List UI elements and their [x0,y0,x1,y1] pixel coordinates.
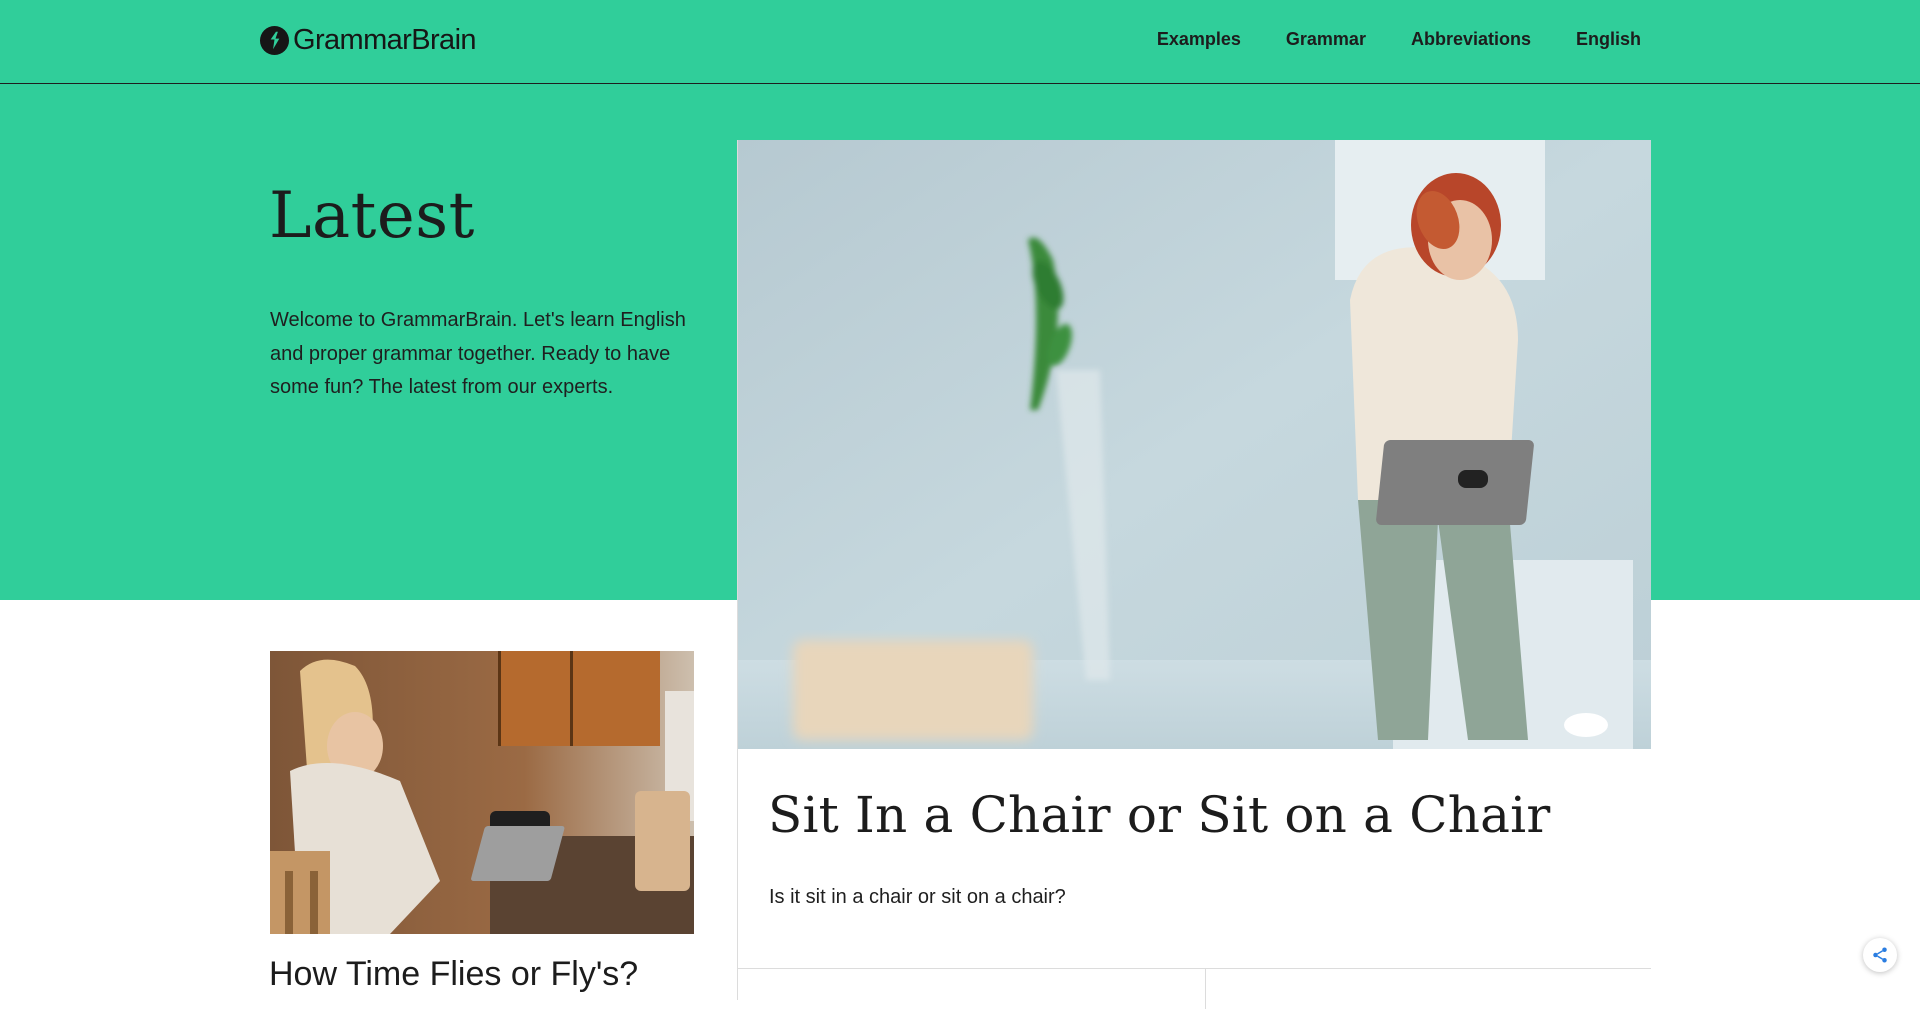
hero-intro-text: Welcome to GrammarBrain. Let's learn Eng… [270,309,686,398]
main-nav: Examples Grammar Abbreviations English [1112,27,1641,51]
site-logo[interactable]: GrammarBrain [259,22,477,58]
side-post-title[interactable]: How Time Flies or Fly's? [269,950,638,998]
featured-post-image[interactable] [738,140,1651,749]
share-button[interactable] [1863,938,1897,972]
featured-post-meta-row [738,968,1651,1009]
nav-link-abbreviations[interactable]: Abbreviations [1411,27,1531,51]
share-icon [1873,947,1887,963]
featured-post-card: Sit In a Chair or Sit on a Chair Is it s… [737,140,1651,1009]
nav-link-examples[interactable]: Examples [1157,27,1241,51]
site-header: GrammarBrain Examples Grammar Abbreviati… [0,0,1920,84]
nav-link-grammar[interactable]: Grammar [1286,27,1366,51]
meta-divider [1205,969,1206,1009]
side-post-image[interactable] [270,651,694,934]
nav-link-english[interactable]: English [1576,27,1641,51]
featured-post-title[interactable]: Sit In a Chair or Sit on a Chair [768,781,1550,849]
brand-name: GrammarBrain [293,23,477,56]
grammarbrain-logo-icon [259,25,290,55]
featured-post-excerpt: Is it sit in a chair or sit on a chair? [769,886,1066,908]
page-title: Latest [269,179,475,253]
